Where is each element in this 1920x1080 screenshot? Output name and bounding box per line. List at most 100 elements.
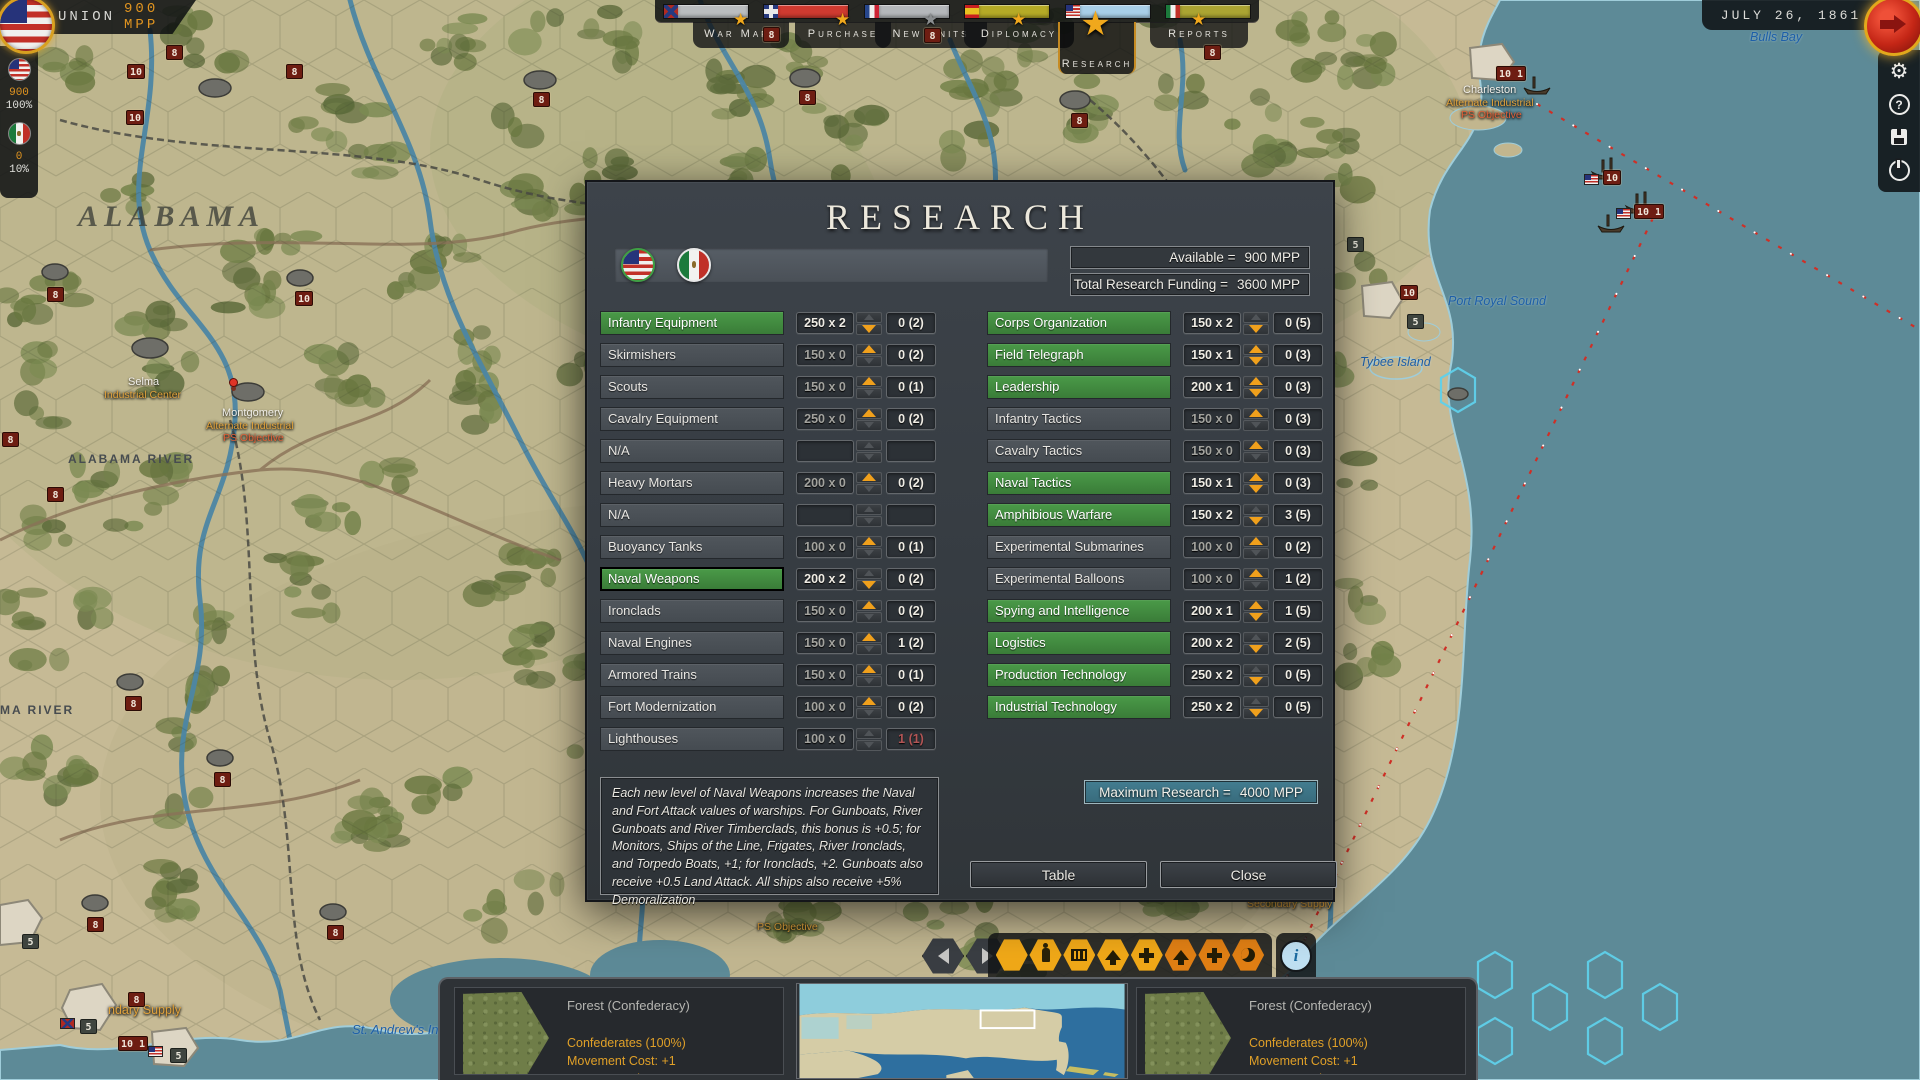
decrease-chits-button[interactable] [1243, 452, 1269, 463]
hex-rail-button[interactable] [1063, 938, 1095, 972]
research-item-naval-weapons[interactable]: Naval Weapons [600, 567, 784, 591]
research-item-armored-trains[interactable]: Armored Trains [600, 663, 784, 687]
research-item-amphibious-warfare[interactable]: Amphibious Warfare [987, 503, 1171, 527]
increase-chits-button[interactable] [856, 696, 882, 707]
unit-strength-badge[interactable]: 10 [1400, 285, 1418, 300]
unit-strength-badge[interactable]: 10 1 [1634, 204, 1664, 219]
increase-chits-button[interactable] [1243, 568, 1269, 579]
research-item-infantry-equipment[interactable]: Infantry Equipment [600, 311, 784, 335]
research-item-industrial-technology[interactable]: Industrial Technology [987, 695, 1171, 719]
research-item-buoyancy-tanks[interactable]: Buoyancy Tanks [600, 535, 784, 559]
unit-strength-badge[interactable]: 10 [127, 64, 145, 79]
increase-chits-button[interactable] [1243, 600, 1269, 611]
increase-chits-button[interactable] [1243, 536, 1269, 547]
fort-strength-badge[interactable]: 5 [1347, 237, 1364, 252]
end-turn-button[interactable] [1864, 0, 1920, 56]
unit-strength-badge[interactable]: 10 [295, 291, 313, 306]
research-item-experimental-balloons[interactable]: Experimental Balloons [987, 567, 1171, 591]
fort-strength-badge[interactable]: 5 [1407, 314, 1424, 329]
research-item-corps-organization[interactable]: Corps Organization [987, 311, 1171, 335]
increase-chits-button[interactable] [856, 408, 882, 419]
unit-strength-badge[interactable]: 8 [286, 64, 303, 79]
decrease-chits-button[interactable] [856, 644, 882, 655]
decrease-chits-button[interactable] [1243, 676, 1269, 687]
unit-strength-badge[interactable]: 10 [126, 110, 144, 125]
unit-strength-badge[interactable]: 8 [47, 287, 64, 302]
hex-blank-button[interactable] [996, 938, 1028, 972]
research-item-n-a[interactable]: N/A [600, 503, 784, 527]
increase-chits-button[interactable] [1243, 696, 1269, 707]
increase-chits-button[interactable] [856, 536, 882, 547]
decrease-chits-button[interactable] [1243, 420, 1269, 431]
decrease-chits-button[interactable] [1243, 708, 1269, 719]
research-item-naval-engines[interactable]: Naval Engines [600, 631, 784, 655]
unit-strength-badge[interactable]: 10 1 [118, 1036, 148, 1051]
decrease-chits-button[interactable] [856, 516, 882, 527]
research-item-skirmishers[interactable]: Skirmishers [600, 343, 784, 367]
increase-chits-button[interactable] [856, 632, 882, 643]
hex-arrow-button[interactable] [1097, 938, 1129, 972]
hex-arrow-button[interactable] [1165, 938, 1197, 972]
increase-chits-button[interactable] [856, 344, 882, 355]
increase-chits-button[interactable] [1243, 664, 1269, 675]
decrease-chits-button[interactable] [1243, 516, 1269, 527]
hex-moon-button[interactable] [1232, 938, 1264, 972]
decrease-chits-button[interactable] [856, 484, 882, 495]
unit-strength-badge[interactable]: 8 [2, 432, 19, 447]
decrease-chits-button[interactable] [856, 452, 882, 463]
increase-chits-button[interactable] [1243, 440, 1269, 451]
research-item-cavalry-tactics[interactable]: Cavalry Tactics [987, 439, 1171, 463]
unit-strength-badge[interactable]: 10 1 [1496, 66, 1526, 81]
unit-strength-badge[interactable]: 8 [799, 90, 816, 105]
hex-cross-button[interactable] [1131, 938, 1163, 972]
research-item-logistics[interactable]: Logistics [987, 631, 1171, 655]
decrease-chits-button[interactable] [1243, 548, 1269, 559]
decrease-chits-button[interactable] [856, 580, 882, 591]
unit-strength-badge[interactable]: 8 [87, 917, 104, 932]
usa-filter-flag[interactable] [621, 248, 655, 282]
research-item-heavy-mortars[interactable]: Heavy Mortars [600, 471, 784, 495]
increase-chits-button[interactable] [1243, 504, 1269, 515]
increase-chits-button[interactable] [856, 600, 882, 611]
unit-strength-badge[interactable]: 8 [128, 992, 145, 1007]
research-item-production-technology[interactable]: Production Technology [987, 663, 1171, 687]
research-item-field-telegraph[interactable]: Field Telegraph [987, 343, 1171, 367]
research-item-cavalry-equipment[interactable]: Cavalry Equipment [600, 407, 784, 431]
increase-chits-button[interactable] [856, 568, 882, 579]
unit-strength-badge[interactable]: 8 [327, 925, 344, 940]
decrease-chits-button[interactable] [856, 612, 882, 623]
table-button[interactable]: Table [970, 861, 1147, 888]
research-item-n-a[interactable]: N/A [600, 439, 784, 463]
research-item-infantry-tactics[interactable]: Infantry Tactics [987, 407, 1171, 431]
increase-chits-button[interactable] [1243, 472, 1269, 483]
unit-strength-badge[interactable]: 8 [47, 487, 64, 502]
increase-chits-button[interactable] [1243, 408, 1269, 419]
decrease-chits-button[interactable] [856, 420, 882, 431]
settings-gear-icon[interactable]: ⚙ [1888, 61, 1910, 83]
unit-strength-badge[interactable]: 10 [1603, 170, 1621, 185]
power-icon[interactable] [1888, 159, 1910, 181]
increase-chits-button[interactable] [856, 664, 882, 675]
research-item-leadership[interactable]: Leadership [987, 375, 1171, 399]
increase-chits-button[interactable] [1243, 312, 1269, 323]
research-item-scouts[interactable]: Scouts [600, 375, 784, 399]
research-item-experimental-submarines[interactable]: Experimental Submarines [987, 535, 1171, 559]
increase-chits-button[interactable] [856, 504, 882, 515]
increase-chits-button[interactable] [856, 440, 882, 451]
unit-strength-badge[interactable]: 8 [533, 92, 550, 107]
decrease-chits-button[interactable] [856, 676, 882, 687]
research-item-naval-tactics[interactable]: Naval Tactics [987, 471, 1171, 495]
save-icon[interactable] [1888, 126, 1910, 148]
research-item-fort-modernization[interactable]: Fort Modernization [600, 695, 784, 719]
decrease-chits-button[interactable] [856, 324, 882, 335]
menu-tab-research[interactable]: ★Research [1058, 22, 1136, 74]
decrease-chits-button[interactable] [1243, 324, 1269, 335]
unit-strength-badge[interactable]: 8 [125, 696, 142, 711]
minimap[interactable] [796, 983, 1128, 1079]
help-icon[interactable]: ? [1888, 94, 1910, 116]
increase-chits-button[interactable] [1243, 344, 1269, 355]
close-button[interactable]: Close [1160, 861, 1337, 888]
hex-soldier-button[interactable] [1030, 938, 1062, 972]
hex-cross-button[interactable] [1198, 938, 1230, 972]
fort-strength-badge[interactable]: 5 [80, 1019, 97, 1034]
